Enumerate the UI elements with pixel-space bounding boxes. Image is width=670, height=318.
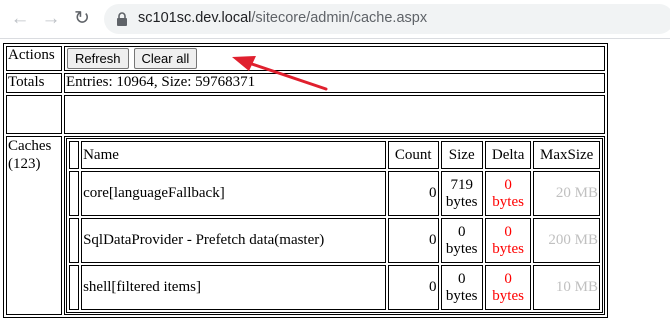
table-row: shell[filtered items] 0 0 bytes 0 bytes 10… [69, 265, 600, 310]
totals-label: Totals [6, 73, 62, 93]
row-spacer [69, 218, 80, 263]
caches-table: Name Count Size Delta MaxSize core[langu… [66, 138, 603, 313]
delta-value: 0 [504, 223, 512, 240]
address-bar[interactable]: sc101sc.dev.local/sitecore/admin/cache.a… [104, 4, 670, 34]
url-text[interactable]: sc101sc.dev.local/sitecore/admin/cache.a… [138, 10, 427, 26]
url-path: /sitecore/admin/cache.aspx [251, 10, 428, 26]
cache-name: core[languageFallback] [81, 171, 387, 216]
empty-row [6, 95, 605, 134]
actions-label: Actions [6, 46, 62, 71]
cache-size: 0 bytes [440, 218, 483, 263]
actions-row: Actions Refresh Clear all [6, 46, 605, 71]
header-delta: Delta [484, 141, 532, 169]
table-row: core[languageFallback] 0 719 bytes 0 bytes… [69, 171, 600, 216]
caches-header-row: Name Count Size Delta MaxSize [69, 141, 600, 169]
header-spacer [69, 141, 80, 169]
cache-count: 0 [388, 218, 439, 263]
totals-row: Totals Entries: 10964, Size: 59768371 [6, 73, 605, 93]
size-value: 719 [450, 176, 473, 193]
size-value: 0 [457, 270, 466, 287]
caches-row: Caches (123) Name Count Size Delta MaxSi… [6, 136, 605, 315]
cache-count: 0 [388, 265, 439, 310]
caches-table-cell: Name Count Size Delta MaxSize core[langu… [64, 136, 605, 315]
size-unit: bytes [445, 193, 478, 210]
refresh-button[interactable]: Refresh [67, 48, 129, 69]
caches-title: Caches [8, 138, 52, 154]
cache-count: 0 [388, 171, 439, 216]
empty-value-cell [64, 95, 605, 134]
cache-delta: 0 bytes [484, 218, 532, 263]
cache-admin-table: Actions Refresh Clear all Totals Entries:… [3, 43, 608, 318]
actions-cell: Refresh Clear all [64, 46, 605, 71]
size-value: 0 [457, 223, 466, 240]
cache-name: shell[filtered items] [81, 265, 387, 310]
cache-maxsize: 200 MB [533, 218, 600, 263]
size-unit: bytes [445, 240, 478, 257]
reload-icon[interactable]: ↻ [70, 7, 94, 31]
cache-maxsize: 20 MB [533, 171, 600, 216]
delta-unit: bytes [492, 287, 524, 304]
clear-all-button[interactable]: Clear all [133, 48, 198, 69]
url-host: sc101sc.dev.local [138, 10, 252, 26]
lock-icon [117, 12, 127, 26]
row-spacer [69, 171, 80, 216]
cache-delta: 0 bytes [484, 171, 532, 216]
cache-delta: 0 bytes [484, 265, 532, 310]
cache-name: SqlDataProvider - Prefetch data(master) [81, 218, 387, 263]
cache-size: 0 bytes [440, 265, 483, 310]
delta-unit: bytes [492, 193, 524, 210]
delta-value: 0 [504, 270, 512, 287]
caches-count: (123) [8, 156, 41, 172]
row-spacer [69, 265, 80, 310]
size-unit: bytes [445, 287, 478, 304]
caches-label: Caches (123) [6, 136, 62, 315]
browser-toolbar: ← → ↻ sc101sc.dev.local/sitecore/admin/c… [0, 0, 670, 39]
header-name: Name [81, 141, 387, 169]
cache-maxsize: 10 MB [533, 265, 600, 310]
totals-value: Entries: 10964, Size: 59768371 [64, 73, 605, 93]
delta-value: 0 [504, 176, 512, 193]
delta-unit: bytes [492, 240, 524, 257]
back-icon[interactable]: ← [8, 7, 32, 31]
cache-size: 719 bytes [440, 171, 483, 216]
forward-icon[interactable]: → [39, 7, 63, 31]
empty-label-cell [6, 95, 62, 134]
table-row: SqlDataProvider - Prefetch data(master) … [69, 218, 600, 263]
header-maxsize: MaxSize [533, 141, 600, 169]
header-size: Size [440, 141, 483, 169]
header-count: Count [388, 141, 439, 169]
